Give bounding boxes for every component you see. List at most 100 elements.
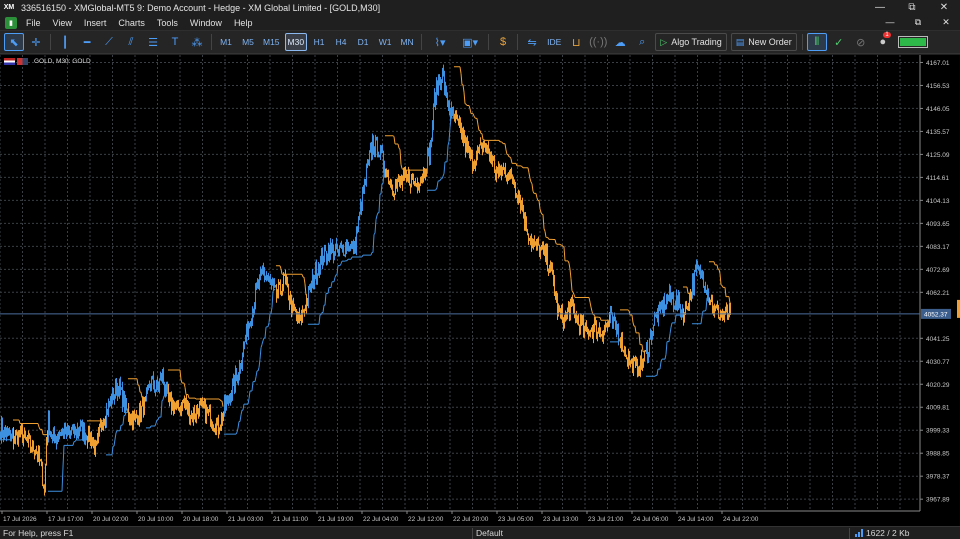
timeframe-m15[interactable]: M15 — [260, 33, 283, 51]
timeframe-mn[interactable]: MN — [397, 33, 417, 51]
symbol-label: GOLD, M30: GOLD — [4, 58, 91, 65]
trend-line-segment — [463, 92, 466, 104]
trend-line-segment — [264, 327, 267, 339]
market-icon[interactable]: $ — [493, 33, 513, 51]
minimize-button[interactable]: — — [864, 0, 896, 15]
toolbar-separator — [211, 34, 212, 50]
trend-line-segment — [520, 165, 523, 167]
trend-line-segment — [476, 118, 479, 125]
depth-of-market-icon[interactable]: ⫴ — [806, 33, 827, 51]
channel-icon[interactable]: ⫽ — [121, 33, 141, 51]
toolbar: ⬉ ✛ ┃ ━ ⟋ ⫽ ☰ T ⁂ M1 M5 M15 M30 H1 H4 D1… — [0, 30, 960, 54]
price-chart[interactable]: 4167.01 4156.53 4146.05 4135.57 4125.09 4114.… — [0, 55, 960, 526]
trend-line-segment — [339, 263, 342, 266]
price-axis-label: 4135.57 — [926, 129, 950, 136]
restore-button[interactable]: ⧉ — [896, 0, 928, 15]
cursor-tool-icon[interactable]: ⬉ — [4, 33, 24, 51]
trend-line-segment — [115, 430, 118, 434]
chart-window-icon[interactable]: ▮ — [5, 16, 17, 29]
crosshair-icon[interactable]: ✛ — [26, 33, 46, 51]
trend-line-segment — [724, 287, 727, 297]
horizontal-line-icon[interactable]: ━ — [77, 33, 97, 51]
timeframe-w1[interactable]: W1 — [375, 33, 395, 51]
new-order-button[interactable]: ▤ New Order — [730, 33, 797, 51]
trend-line-segment — [589, 301, 592, 308]
trend-line-segment — [542, 214, 545, 229]
menu-insert[interactable]: Insert — [78, 18, 113, 28]
child-restore-button[interactable]: ⧉ — [904, 17, 932, 28]
radio-icon[interactable]: ((·)) — [588, 33, 608, 51]
text-tool-icon[interactable]: T — [165, 33, 185, 51]
price-axis-label: 4093.65 — [926, 221, 950, 228]
timeframe-h4[interactable]: H4 — [331, 33, 351, 51]
templates-icon[interactable]: ▣▾ — [456, 33, 484, 51]
status-bar: For Help, press F1 Default 1622 / 2 Kb — [0, 526, 960, 539]
trend-line-segment — [554, 239, 557, 244]
vertical-line-icon[interactable]: ┃ — [55, 33, 75, 51]
trend-line-segment — [728, 296, 731, 304]
notifications-icon[interactable]: ● 1 — [873, 32, 893, 51]
trend-line-segment — [474, 117, 477, 119]
trend-line-segment — [535, 193, 538, 199]
trend-line-segment — [559, 243, 562, 246]
menu-help[interactable]: Help — [228, 18, 259, 28]
trend-line-segment — [273, 288, 276, 291]
chart-type-icon[interactable]: ⌇▾ — [426, 33, 454, 51]
child-close-button[interactable]: ✕ — [932, 17, 960, 28]
child-minimize-button[interactable]: — — [876, 17, 904, 28]
menu-tools[interactable]: Tools — [151, 18, 184, 28]
trend-line-segment — [435, 187, 438, 190]
algo-trading-button[interactable]: ▷ Algo Trading — [655, 33, 727, 51]
trend-line-segment — [659, 361, 662, 370]
checkmark-icon[interactable]: ✓ — [829, 33, 849, 51]
time-axis-label: 17 Jul 17:00 — [48, 516, 84, 523]
fibonacci-icon[interactable]: ☰ — [143, 33, 163, 51]
trend-line-segment — [155, 419, 158, 424]
profile-name[interactable]: Default — [476, 528, 503, 538]
trend-line-segment — [531, 183, 534, 192]
time-axis-label: 20 Jul 18:00 — [183, 516, 219, 523]
trend-line-segment — [573, 294, 576, 298]
timeframe-m5[interactable]: M5 — [238, 33, 258, 51]
trend-line-segment — [239, 414, 242, 422]
toolbar-separator — [801, 34, 803, 50]
timeframe-m1[interactable]: M1 — [216, 33, 236, 51]
trend-line-segment — [569, 269, 572, 279]
close-button[interactable]: ✕ — [928, 0, 960, 15]
trend-line-segment — [240, 409, 243, 415]
ide-button[interactable]: IDE — [544, 33, 564, 51]
one-click-trading-icon[interactable]: ⊘ — [851, 33, 871, 51]
trend-line-segment — [561, 244, 564, 248]
timeframe-h1[interactable]: H1 — [309, 33, 329, 51]
time-axis-label: 24 Jul 22:00 — [723, 516, 759, 523]
menu-file[interactable]: File — [20, 18, 47, 28]
trend-line-segment — [505, 149, 508, 155]
trendline-icon[interactable]: ⟋ — [99, 33, 119, 51]
lock-icon[interactable]: ⊔ — [566, 33, 586, 51]
search-icon[interactable]: ⌕ — [632, 33, 652, 51]
trend-line-segment — [392, 135, 395, 137]
signals-icon[interactable]: ⇋ — [522, 33, 542, 51]
vps-cloud-icon[interactable]: ☁ — [610, 33, 630, 51]
shapes-icon[interactable]: ⁂ — [187, 33, 207, 51]
trend-line-segment — [378, 194, 381, 213]
trend-line-segment — [114, 432, 117, 440]
trend-line-segment — [568, 263, 571, 270]
trend-line-segment — [318, 314, 321, 325]
menu-window[interactable]: Window — [184, 18, 228, 28]
menu-charts[interactable]: Charts — [112, 18, 151, 28]
time-axis-label: 23 Jul 21:00 — [588, 516, 624, 523]
price-axis-label: 3967.89 — [926, 497, 950, 504]
trend-line-segment — [631, 314, 634, 323]
trend-line-segment — [180, 379, 183, 384]
trend-line-segment — [393, 136, 396, 145]
trend-line-segment — [669, 327, 672, 334]
trend-line-segment — [330, 281, 333, 288]
timeframe-m30[interactable]: M30 — [284, 33, 308, 51]
current-price-label: 4052.37 — [924, 311, 948, 318]
time-axis-label: 21 Jul 19:00 — [318, 516, 354, 523]
trend-line-segment — [398, 147, 401, 150]
timeframe-d1[interactable]: D1 — [353, 33, 373, 51]
menu-view[interactable]: View — [47, 18, 78, 28]
trend-line-segment — [504, 143, 507, 150]
